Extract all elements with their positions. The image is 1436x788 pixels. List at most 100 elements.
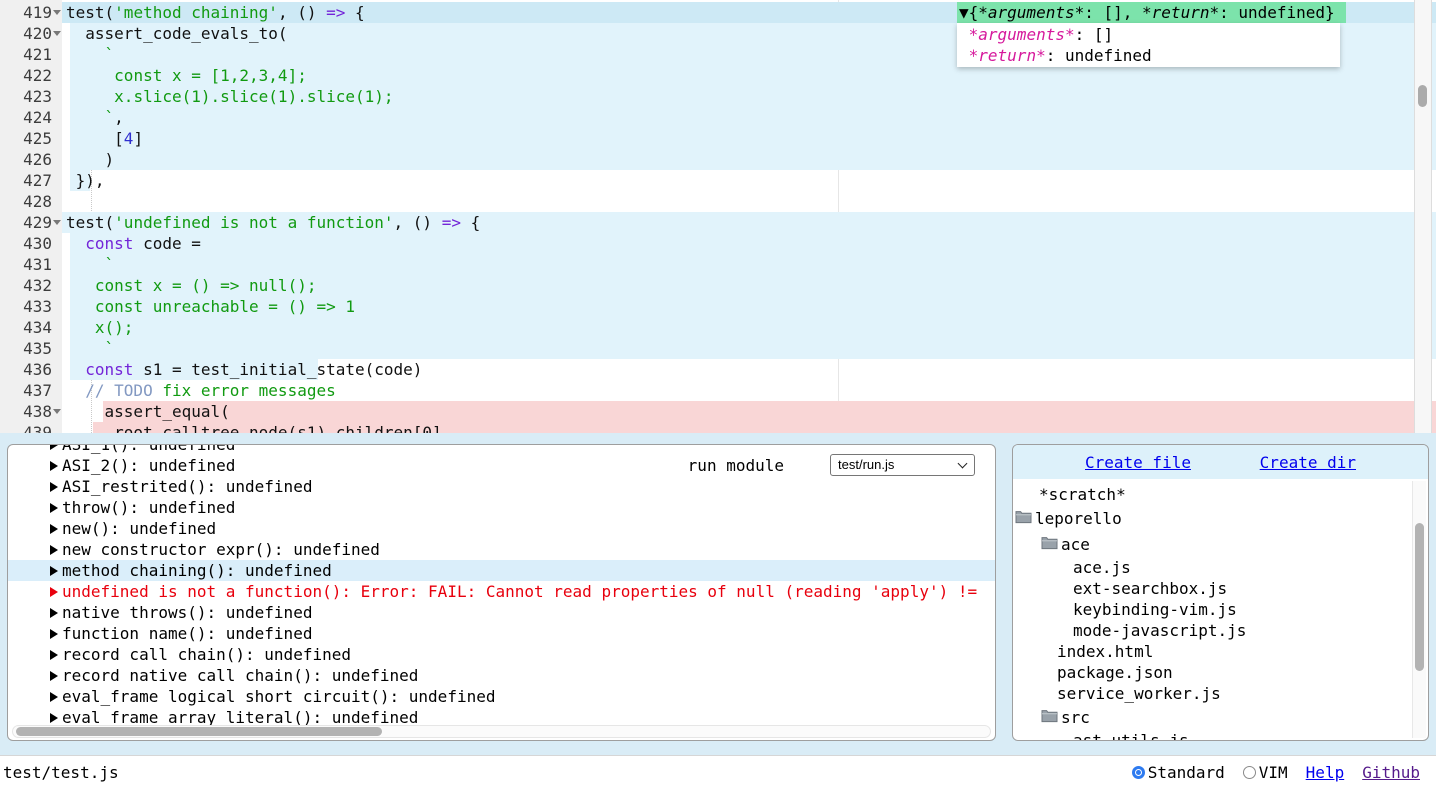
code-line[interactable]: 438 assert_equal(	[0, 401, 1436, 422]
keyboard-standard-radio[interactable]	[1132, 766, 1145, 779]
code-token	[66, 66, 114, 85]
expand-icon[interactable]	[50, 566, 58, 576]
code-line[interactable]: 423 x.slice(1).slice(1).slice(1);	[0, 86, 1436, 107]
fold-icon[interactable]	[53, 10, 61, 15]
code-token	[66, 297, 95, 316]
code-line[interactable]: 439 root_calltree_node(s1).children[0]	[0, 422, 1436, 433]
code-line[interactable]: 430 const code =	[0, 233, 1436, 254]
keyboard-standard-label[interactable]: Standard	[1148, 763, 1225, 782]
expand-icon[interactable]	[50, 650, 58, 660]
result-item[interactable]: record call chain(): undefined	[8, 644, 995, 665]
code-token: assert_equal(	[66, 402, 230, 421]
code-line[interactable]: 422 const x = [1,2,3,4];	[0, 65, 1436, 86]
expand-icon[interactable]	[50, 713, 58, 723]
create-file-link[interactable]: Create file	[1085, 453, 1191, 472]
tree-item[interactable]: leporello	[1013, 505, 1428, 531]
code-line[interactable]: 426 )	[0, 149, 1436, 170]
code-token: const	[85, 360, 133, 379]
result-label: ASI_2(): undefined	[62, 455, 235, 476]
expand-icon[interactable]	[50, 587, 58, 597]
code-editor[interactable]: 419test('method chaining', () => {420 as…	[0, 0, 1436, 433]
inspector-header[interactable]: ▼{*arguments*: [], *return*: undefined}	[957, 2, 1346, 23]
tree-item[interactable]: service_worker.js	[1013, 683, 1428, 704]
code-token: `	[105, 255, 115, 274]
inspector-entry[interactable]: *return*: undefined	[957, 45, 1340, 66]
expand-icon[interactable]	[50, 671, 58, 681]
horizontal-scrollbar[interactable]	[12, 725, 991, 738]
code-line[interactable]: 434 x();	[0, 317, 1436, 338]
scrollbar-thumb[interactable]	[1415, 523, 1424, 671]
tree-item[interactable]: *scratch*	[1013, 484, 1428, 505]
expand-icon[interactable]	[50, 444, 58, 450]
code-line[interactable]: 433 const unreachable = () => 1	[0, 296, 1436, 317]
expand-icon[interactable]	[50, 608, 58, 618]
code-token	[959, 25, 969, 44]
scrollbar-thumb[interactable]	[16, 727, 382, 736]
create-dir-link[interactable]: Create dir	[1260, 453, 1356, 472]
vertical-scrollbar[interactable]	[1414, 0, 1432, 433]
results-list: ASI_1(): undefinedASI_2(): undefinedASI_…	[8, 444, 995, 728]
fold-icon[interactable]	[53, 409, 61, 414]
gutter-cell: 426	[0, 149, 62, 170]
expand-icon[interactable]	[50, 692, 58, 702]
line-number: 433	[23, 297, 52, 316]
code-line[interactable]: 437 // TODO fix error messages	[0, 380, 1436, 401]
tree-item[interactable]: ace.js	[1013, 557, 1428, 578]
code-line[interactable]: 436 const s1 = test_initial_state(code)	[0, 359, 1436, 380]
scrollbar-thumb[interactable]	[1418, 85, 1427, 107]
fold-icon[interactable]	[53, 31, 61, 36]
code-line[interactable]: 427 }),	[0, 170, 1436, 191]
value-inspector-tooltip: ▼{*arguments*: [], *return*: undefined} …	[957, 2, 1346, 67]
code-line[interactable]: 428	[0, 191, 1436, 212]
result-item[interactable]: ASI_restrited(): undefined	[8, 476, 995, 497]
tree-item[interactable]: src	[1013, 704, 1428, 730]
code-token: : [],	[1084, 3, 1142, 22]
code-token: const x = [1,2,3,4];	[114, 66, 307, 85]
keyboard-vim-label[interactable]: VIM	[1259, 763, 1288, 782]
expand-icon[interactable]	[50, 524, 58, 534]
fold-icon[interactable]	[53, 220, 61, 225]
code-line[interactable]: 432 const x = () => null();	[0, 275, 1436, 296]
vertical-scrollbar[interactable]	[1412, 481, 1426, 738]
help-link[interactable]: Help	[1306, 763, 1345, 782]
code-line[interactable]: 429test('undefined is not a function', (…	[0, 212, 1436, 233]
expand-icon[interactable]	[50, 482, 58, 492]
tree-item[interactable]: mode-javascript.js	[1013, 620, 1428, 641]
expand-icon[interactable]	[50, 461, 58, 471]
result-item[interactable]: new constructor expr(): undefined	[8, 539, 995, 560]
code-text: )	[0, 149, 1418, 170]
result-label: record call chain(): undefined	[62, 644, 351, 665]
result-item[interactable]: eval_frame logical short circuit(): unde…	[8, 686, 995, 707]
tree-item[interactable]: keybinding-vim.js	[1013, 599, 1428, 620]
keyboard-vim-radio[interactable]	[1243, 766, 1256, 779]
line-number: 431	[23, 255, 52, 274]
code-token	[66, 87, 114, 106]
gutter-cell: 431	[0, 254, 62, 275]
module-select[interactable]: test/run.js	[830, 454, 975, 476]
inspector-entry[interactable]: *arguments*: []	[957, 24, 1340, 45]
tree-item[interactable]: ace	[1013, 531, 1428, 557]
result-item[interactable]: throw(): undefined	[8, 497, 995, 518]
tree-item[interactable]: ast_utils.js	[1013, 730, 1428, 741]
code-token	[66, 339, 105, 358]
result-item[interactable]: function name(): undefined	[8, 623, 995, 644]
result-item[interactable]: record native call chain(): undefined	[8, 665, 995, 686]
code-line[interactable]: 425 [4]	[0, 128, 1436, 149]
expand-icon[interactable]	[50, 545, 58, 555]
code-line[interactable]: 435 `	[0, 338, 1436, 359]
code-line[interactable]: 424 `,	[0, 107, 1436, 128]
result-item[interactable]: method chaining(): undefined	[8, 560, 995, 581]
result-item[interactable]: undefined is not a function(): Error: FA…	[8, 581, 995, 602]
tree-item[interactable]: package.json	[1013, 662, 1428, 683]
tree-item[interactable]: ext-searchbox.js	[1013, 578, 1428, 599]
gutter-cell: 420	[0, 23, 62, 44]
code-line[interactable]: 431 `	[0, 254, 1436, 275]
expand-icon[interactable]	[50, 503, 58, 513]
github-link[interactable]: Github	[1362, 763, 1420, 782]
expand-icon[interactable]	[50, 629, 58, 639]
result-item[interactable]: new(): undefined	[8, 518, 995, 539]
result-item[interactable]: native throws(): undefined	[8, 602, 995, 623]
tree-item[interactable]: index.html	[1013, 641, 1428, 662]
code-token: *return*	[969, 46, 1046, 65]
gutter-cell: 435	[0, 338, 62, 359]
